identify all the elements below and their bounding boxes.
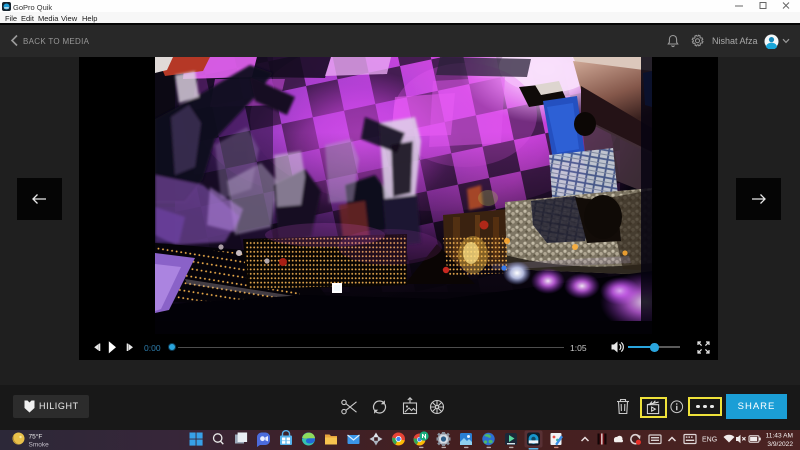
svg-text:Smoke: Smoke [29, 442, 50, 449]
svg-text:11:43 AM: 11:43 AM [766, 433, 793, 440]
svg-text:3/9/2022: 3/9/2022 [767, 441, 793, 448]
svg-text:75°F: 75°F [29, 433, 43, 441]
svg-text:ENG: ENG [702, 437, 717, 444]
